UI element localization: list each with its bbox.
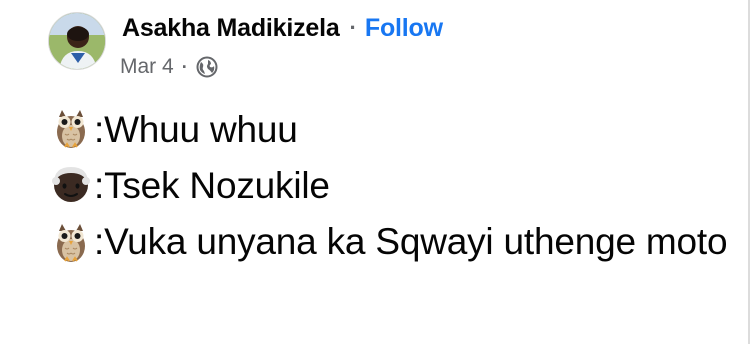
- globe-icon[interactable]: [196, 56, 218, 78]
- post-line-text: :Whuu whuu: [94, 109, 298, 150]
- post-meta: Mar 4 ·: [120, 52, 218, 82]
- post-line-text: :Tsek Nozukile: [94, 165, 330, 206]
- post-line: :Whuu whuu: [50, 102, 730, 158]
- avatar[interactable]: [48, 12, 106, 70]
- facebook-post: Asakha Madikizela · Follow Mar 4 ·:Whuu…: [0, 0, 748, 344]
- post-header: Asakha Madikizela · Follow: [122, 10, 443, 46]
- post-line: :Tsek Nozukile: [50, 158, 730, 214]
- author-name[interactable]: Asakha Madikizela: [122, 14, 340, 43]
- separator-dot: ·: [349, 15, 357, 40]
- post-line-text: :Vuka unyana ka Sqwayi uthenge moto: [94, 221, 728, 262]
- post-line: :Vuka unyana ka Sqwayi uthenge moto: [50, 214, 730, 270]
- follow-button[interactable]: Follow: [365, 14, 443, 43]
- older-person-emoji: [50, 163, 92, 205]
- post-body: :Whuu whuu :Tsek Nozukile:Vuka unyana k…: [50, 102, 730, 270]
- post-date[interactable]: Mar 4: [120, 55, 174, 79]
- meta-separator-dot: ·: [181, 56, 188, 77]
- owl-emoji: [50, 221, 92, 263]
- owl-emoji: [50, 107, 92, 149]
